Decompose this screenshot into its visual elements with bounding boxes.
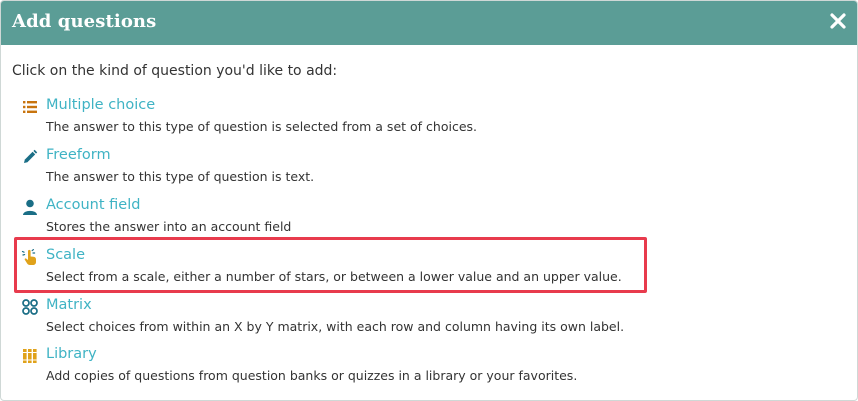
question-type-description: The answer to this type of question is t… [46, 169, 315, 184]
question-type-account-field[interactable]: Account field Stores the answer into an … [21, 197, 841, 241]
library-icon [21, 347, 39, 365]
list-icon [21, 98, 39, 116]
question-type-label[interactable]: Account field [46, 197, 140, 213]
question-type-description: The answer to this type of question is s… [46, 119, 477, 134]
question-type-multiple-choice[interactable]: Multiple choice The answer to this type … [21, 97, 841, 141]
close-icon[interactable] [827, 10, 849, 32]
question-type-description: Select from a scale, either a number of … [46, 269, 622, 284]
add-questions-dialog: Add questions Click on the kind of quest… [0, 0, 858, 401]
question-type-description: Select choices from within an X by Y mat… [46, 319, 625, 334]
question-type-matrix[interactable]: Matrix Select choices from within an X b… [21, 297, 841, 341]
intro-text: Click on the kind of question you'd like… [12, 63, 338, 79]
question-type-label[interactable]: Matrix [46, 297, 92, 313]
question-type-description: Stores the answer into an account field [46, 219, 292, 234]
user-icon [21, 198, 39, 216]
dialog-header: Add questions [1, 1, 857, 45]
question-type-label[interactable]: Multiple choice [46, 97, 155, 113]
question-type-library[interactable]: Library Add copies of questions from que… [21, 346, 841, 390]
pencil-icon [21, 148, 39, 166]
question-type-scale[interactable]: Scale Select from a scale, either a numb… [21, 247, 841, 291]
dialog-title: Add questions [12, 11, 157, 32]
question-type-label[interactable]: Library [46, 346, 97, 362]
question-type-label[interactable]: Freeform [46, 147, 111, 163]
question-type-description: Add copies of questions from question ba… [46, 368, 578, 383]
question-type-label[interactable]: Scale [46, 247, 85, 263]
question-type-freeform[interactable]: Freeform The answer to this type of ques… [21, 147, 841, 191]
matrix-icon [21, 298, 39, 316]
scale-hand-icon [21, 248, 39, 266]
